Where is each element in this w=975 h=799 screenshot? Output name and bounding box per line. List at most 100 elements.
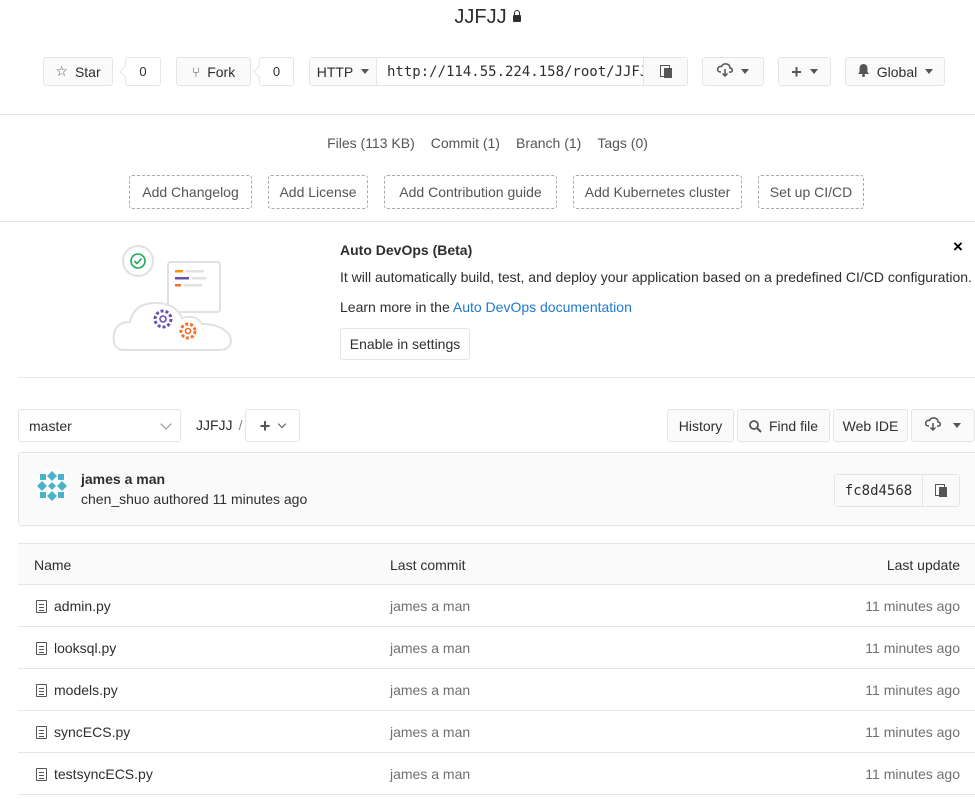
chevron-down-icon — [278, 419, 287, 429]
add-to-tree-dropdown[interactable]: + — [245, 409, 300, 442]
search-icon — [749, 419, 762, 433]
fork-label: Fork — [207, 63, 236, 80]
clone-protocol-dropdown[interactable]: HTTP — [310, 58, 377, 85]
history-button[interactable]: History — [667, 409, 734, 442]
fork-button[interactable]: ⑂ Fork — [176, 57, 251, 86]
fork-count-value: 0 — [272, 64, 281, 79]
star-count[interactable]: 0 — [125, 57, 161, 86]
row-last-commit[interactable]: james a man — [390, 724, 470, 740]
files-stat[interactable]: Files (113 KB) — [327, 135, 415, 151]
table-row[interactable]: looksql.py james a man 11 minutes ago — [18, 627, 975, 669]
file-icon — [36, 641, 47, 655]
commit-sha[interactable]: fc8d4568 — [835, 475, 923, 506]
divider — [18, 377, 975, 378]
setup-ci-cd-button[interactable]: Set up CI/CD — [758, 175, 864, 209]
bell-icon — [857, 63, 870, 80]
add-license-button[interactable]: Add License — [268, 175, 368, 209]
caret-down-icon — [361, 69, 370, 74]
copy-sha-button[interactable] — [923, 475, 959, 506]
lock-icon — [512, 10, 521, 22]
auto-devops-learn-more: Learn more in the Auto DevOps documentat… — [340, 299, 632, 315]
row-last-commit[interactable]: james a man — [390, 682, 470, 698]
file-link[interactable]: testsyncECS.py — [36, 766, 153, 782]
row-last-commit[interactable]: james a man — [390, 640, 470, 656]
file-table-header: Name Last commit Last update — [18, 543, 975, 585]
row-last-update: 11 minutes ago — [865, 682, 960, 698]
row-last-update: 11 minutes ago — [865, 766, 960, 782]
clone-url-input[interactable]: http://114.55.224.158/root/JJFJJ.git — [377, 58, 643, 85]
row-last-commit[interactable]: james a man — [390, 766, 470, 782]
file-name: syncECS.py — [54, 724, 131, 740]
divider — [0, 221, 975, 222]
auto-devops-description: It will automatically build, test, and d… — [340, 269, 972, 285]
web-ide-button[interactable]: Web IDE — [833, 409, 908, 442]
avatar[interactable] — [35, 469, 69, 503]
download-icon — [924, 417, 941, 434]
add-contribution-guide-button[interactable]: Add Contribution guide — [384, 175, 557, 209]
caret-down-icon — [953, 423, 961, 428]
row-last-update: 11 minutes ago — [865, 640, 960, 656]
close-icon[interactable]: × — [953, 237, 963, 257]
enable-in-settings-button[interactable]: Enable in settings — [340, 328, 470, 360]
row-last-update: 11 minutes ago — [865, 598, 960, 614]
tags-stat[interactable]: Tags (0) — [597, 135, 648, 151]
star-button[interactable]: ☆ Star — [43, 57, 113, 86]
divider — [0, 114, 975, 115]
star-icon: ☆ — [55, 63, 68, 79]
table-row[interactable]: admin.py james a man 11 minutes ago — [18, 585, 975, 627]
row-last-commit[interactable]: james a man — [390, 598, 470, 614]
notifications-label: Global — [876, 63, 918, 80]
branches-stat[interactable]: Branch (1) — [516, 135, 581, 151]
file-link[interactable]: models.py — [36, 682, 118, 698]
add-kubernetes-cluster-button[interactable]: Add Kubernetes cluster — [573, 175, 742, 209]
caret-down-icon — [741, 69, 749, 74]
file-link[interactable]: admin.py — [36, 598, 111, 614]
file-icon — [36, 683, 47, 697]
file-link[interactable]: syncECS.py — [36, 724, 130, 740]
commit-sha-group: fc8d4568 — [834, 474, 960, 507]
fork-count[interactable]: 0 — [259, 57, 294, 86]
file-icon — [36, 725, 47, 739]
learn-more-text: Learn more in the — [340, 299, 453, 315]
breadcrumb-root[interactable]: JJFJJ — [196, 417, 233, 433]
breadcrumb-separator: / — [238, 417, 243, 433]
file-name: testsyncECS.py — [54, 766, 153, 782]
caret-down-icon — [925, 69, 934, 74]
copy-url-button[interactable] — [643, 58, 687, 85]
file-name: models.py — [54, 682, 118, 698]
file-icon — [36, 767, 47, 781]
table-row[interactable]: models.py james a man 11 minutes ago — [18, 669, 975, 711]
download-dropdown[interactable] — [702, 57, 764, 86]
project-stats: Files (113 KB) Commit (1) Branch (1) Tag… — [0, 135, 975, 151]
auto-devops-title: Auto DevOps (Beta) — [340, 242, 473, 258]
notifications-dropdown[interactable]: Global — [845, 57, 945, 86]
auto-devops-docs-link[interactable]: Auto DevOps documentation — [453, 299, 632, 315]
commits-stat[interactable]: Commit (1) — [431, 135, 500, 151]
plus-icon: + — [259, 415, 271, 436]
table-row[interactable]: syncECS.py james a man 11 minutes ago — [18, 711, 975, 753]
last-commit-panel: james a man chen_shuo authored 11 minute… — [18, 452, 975, 526]
add-changelog-button[interactable]: Add Changelog — [129, 175, 252, 209]
clone-url-group: HTTP http://114.55.224.158/root/JJFJJ.gi… — [309, 57, 688, 86]
commit-title[interactable]: james a man — [81, 471, 165, 487]
file-link[interactable]: looksql.py — [36, 640, 116, 656]
find-file-label: Find file — [768, 417, 819, 434]
table-row[interactable]: testsyncECS.py james a man 11 minutes ag… — [18, 753, 975, 795]
clone-protocol-label: HTTP — [316, 63, 354, 80]
branch-selector[interactable]: master — [18, 409, 181, 442]
find-file-button[interactable]: Find file — [737, 409, 830, 442]
branch-name: master — [29, 417, 72, 434]
row-last-update: 11 minutes ago — [865, 724, 960, 740]
commit-author[interactable]: chen_shuo — [81, 491, 150, 507]
project-title: JJFJJ — [0, 6, 975, 29]
new-item-dropdown[interactable]: + — [778, 57, 831, 86]
star-label: Star — [74, 63, 101, 80]
file-icon — [36, 599, 47, 613]
commit-time: authored 11 minutes ago — [149, 491, 308, 507]
file-name: looksql.py — [54, 640, 117, 656]
file-name: admin.py — [54, 598, 111, 614]
project-name: JJFJJ — [454, 6, 507, 28]
commit-meta: chen_shuo authored 11 minutes ago — [81, 491, 307, 507]
caret-down-icon — [809, 69, 818, 74]
download-dropdown[interactable] — [911, 409, 975, 442]
